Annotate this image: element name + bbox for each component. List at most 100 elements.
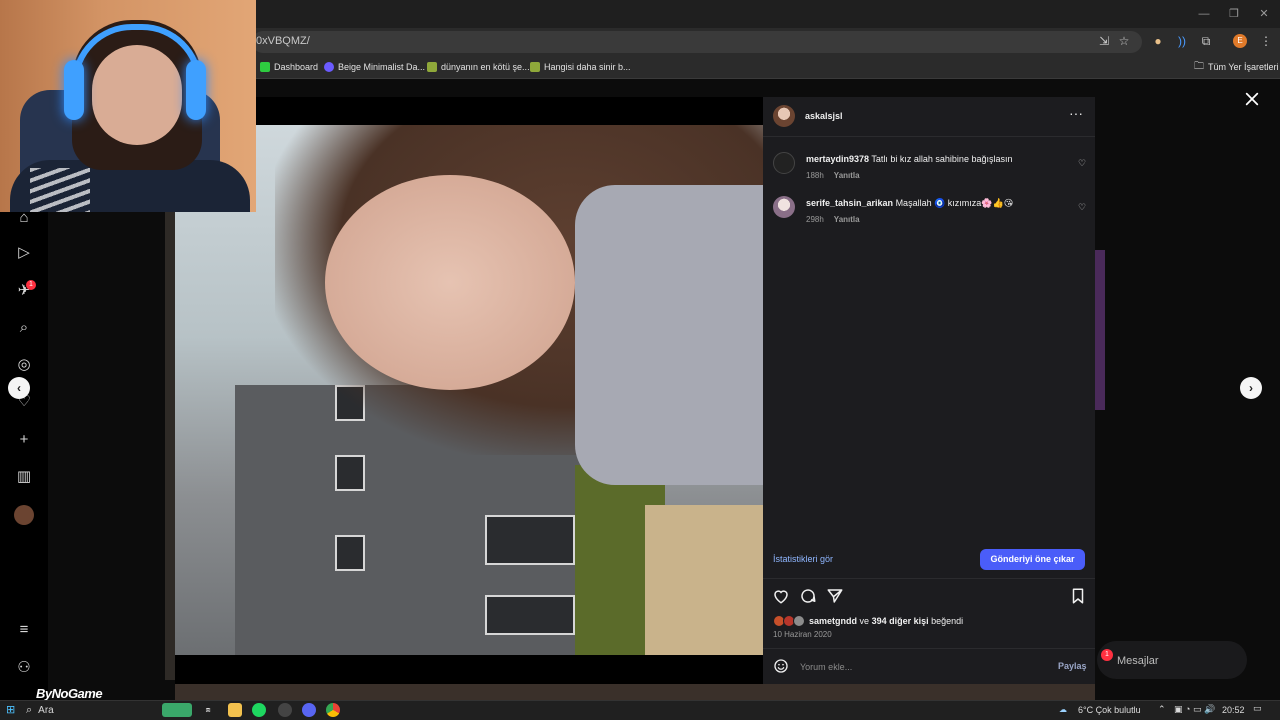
like-comment-icon[interactable]: ♡ (1077, 158, 1087, 168)
face (325, 175, 575, 390)
window (335, 535, 365, 571)
maximize-button[interactable]: ❐ (1226, 6, 1242, 22)
weather-cloud-icon: ☁ (1059, 705, 1067, 714)
likes-summary[interactable]: sametgndd ve 394 diğer kişi beğendi (809, 616, 963, 626)
commenter-username[interactable]: mertaydin9378 (806, 154, 869, 164)
headphone-right (186, 60, 206, 120)
all-bookmarks[interactable]: 🗀 Tüm Yer İşaretleri (1194, 60, 1279, 74)
headphone-band (72, 24, 202, 84)
like-comment-icon[interactable]: ♡ (1077, 202, 1087, 212)
post-comment-button[interactable]: Paylaş (1058, 661, 1087, 671)
close-icon[interactable] (1244, 91, 1260, 107)
reply-button[interactable]: Yanıtla (834, 215, 860, 224)
divider (763, 648, 1095, 649)
bookmark-beige-minimalist[interactable]: Beige Minimalist Da... (324, 60, 425, 74)
extensions-puzzle-icon[interactable]: ⧉ (1198, 33, 1214, 49)
comment-input[interactable] (800, 660, 1040, 674)
window (485, 515, 575, 565)
url-text[interactable]: 0xVBQMZ/ (256, 35, 310, 47)
webcam-overlay (0, 0, 256, 212)
page-favicon-icon (427, 62, 437, 72)
chrome-icon[interactable] (326, 703, 340, 717)
search-icon: ⌕ (26, 703, 33, 716)
explore-icon[interactable]: ◎ (14, 355, 34, 375)
ground (645, 505, 763, 655)
window (335, 455, 365, 491)
headphone-left (64, 60, 84, 120)
insights-icon[interactable]: ▥ (14, 467, 34, 487)
comment-meta: 298h Yanıtla (806, 215, 860, 224)
messages-badge: 1 (1101, 649, 1113, 661)
install-app-icon[interactable]: ⇲ (1096, 33, 1112, 49)
liker-avatar (793, 615, 805, 627)
reels-icon[interactable]: ▷ (14, 243, 34, 263)
stream-watermark: ByNoGame (36, 686, 103, 701)
extension-icon[interactable]: ● (1150, 33, 1166, 49)
notifications-icon[interactable]: ▭ (1253, 703, 1262, 714)
profile-avatar[interactable]: E (1233, 34, 1247, 48)
commenter-avatar[interactable] (773, 196, 795, 218)
messages-label[interactable]: Mesajlar (1117, 655, 1159, 667)
background-post (175, 684, 1095, 700)
comment-time: 188h (806, 171, 824, 180)
app-icon[interactable] (278, 703, 292, 717)
owner-avatar[interactable] (773, 105, 795, 127)
file-explorer-icon[interactable] (228, 703, 242, 717)
owner-username[interactable]: askalsjsl (805, 111, 843, 121)
save-bookmark-icon[interactable] (1069, 587, 1087, 605)
tray-icons[interactable]: ▣ ◔ ▭ 🔊 (1174, 704, 1215, 715)
share-plane-icon[interactable] (826, 587, 844, 605)
weather-text[interactable]: 6°C Çok bulutlu (1078, 705, 1141, 715)
comment-time: 298h (806, 215, 824, 224)
more-options-icon[interactable]: ··· (1068, 106, 1084, 122)
canva-favicon-icon (324, 62, 334, 72)
menu-icon[interactable]: ≡ (14, 620, 34, 640)
likers-avatars (773, 615, 807, 627)
task-view-icon[interactable]: ⧈ (201, 703, 215, 717)
create-icon[interactable]: + (14, 430, 34, 450)
others-count[interactable]: 394 diğer kişi (872, 616, 929, 626)
window (485, 595, 575, 635)
bookmark-hangisi-daha[interactable]: Hangisi daha sinir b... (530, 60, 631, 74)
post-photo[interactable] (175, 125, 763, 655)
comment-bubble-icon[interactable] (799, 587, 817, 605)
reply-button[interactable]: Yanıtla (834, 171, 860, 180)
shirt (575, 185, 763, 485)
address-bar[interactable] (252, 31, 1142, 53)
shirt-stripes (30, 168, 90, 212)
bookmark-dunyanin-en-kotu[interactable]: dünyanın en kötü şe... (427, 60, 530, 74)
emoji-icon[interactable] (773, 658, 789, 674)
folder-icon: 🗀 (1194, 60, 1204, 72)
boost-post-button[interactable]: Gönderiyi öne çıkar (980, 549, 1085, 570)
view-insights-link[interactable]: İstatistikleri gör (773, 554, 833, 564)
bookmark-dashboard[interactable]: Dashboard (260, 60, 318, 74)
background-post (1095, 250, 1105, 410)
profile-icon[interactable] (14, 505, 34, 525)
discord-icon[interactable] (302, 703, 316, 717)
comment-meta: 188h Yanıtla (806, 171, 860, 180)
minimize-button[interactable]: — (1196, 6, 1212, 22)
commenter-avatar[interactable] (773, 152, 795, 174)
widget-landscape-icon[interactable] (162, 703, 192, 717)
comment-text: mertaydin9378 Tatlı bi kız allah sahibin… (806, 154, 1013, 164)
post-date: 10 Haziran 2020 (773, 630, 832, 639)
previous-post-button[interactable]: ‹ (8, 377, 30, 399)
spotify-icon[interactable] (252, 703, 266, 717)
dashboard-favicon-icon (260, 62, 270, 72)
divider (763, 136, 1095, 137)
tray-chevron-icon[interactable]: ⌃ (1158, 704, 1166, 715)
commenter-username[interactable]: serife_tahsin_arikan (806, 198, 893, 208)
taskbar-search[interactable]: ⌕ Ara (26, 702, 156, 718)
bookmark-star-icon[interactable]: ☆ (1116, 33, 1132, 49)
apps-icon[interactable]: ⚇ (14, 658, 34, 678)
next-post-button[interactable]: › (1240, 377, 1262, 399)
sound-extension-icon[interactable]: )) (1174, 33, 1190, 49)
liker-username[interactable]: sametgndd (809, 616, 857, 626)
notification-badge: 1 (26, 280, 36, 290)
browser-menu-icon[interactable]: ⋮ (1258, 33, 1274, 49)
windows-start-icon[interactable]: ⊞ (6, 704, 18, 716)
search-icon[interactable]: ⌕ (14, 318, 34, 338)
clock[interactable]: 20:52 (1222, 705, 1245, 715)
close-window-button[interactable]: ✕ (1256, 6, 1272, 22)
like-heart-icon[interactable] (772, 587, 790, 605)
